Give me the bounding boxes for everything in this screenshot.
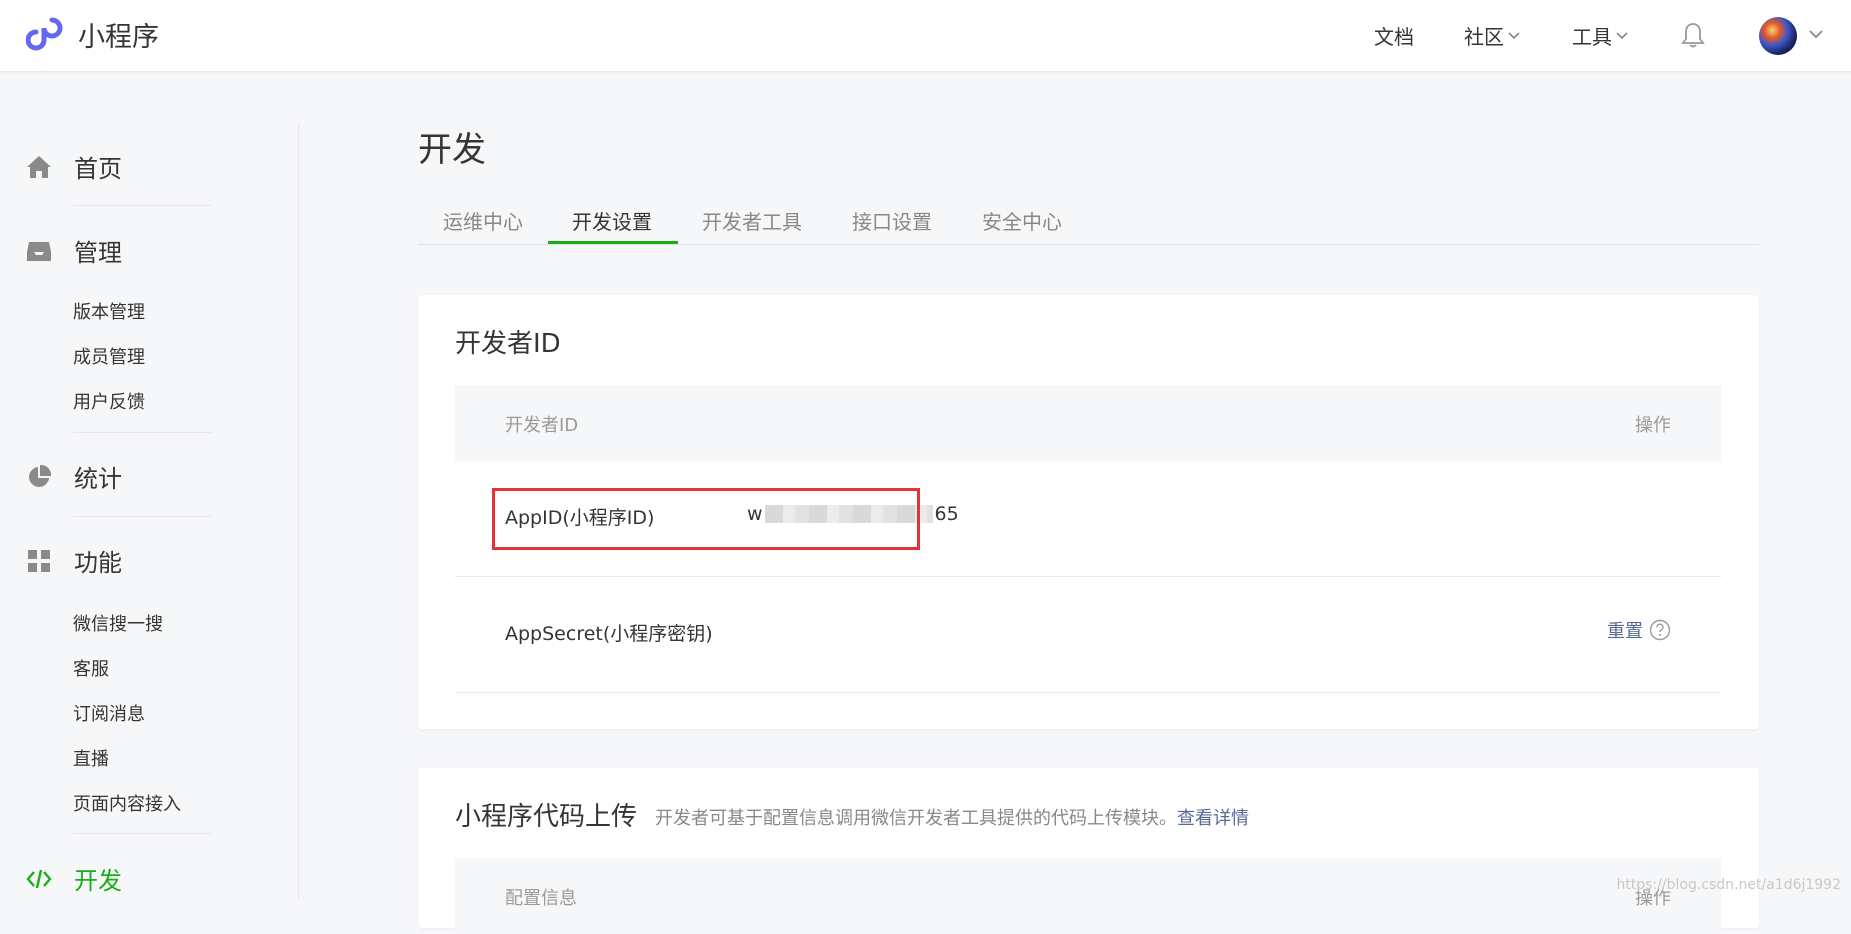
tab-bar: 运维中心 开发设置 开发者工具 接口设置 安全中心 bbox=[418, 196, 1759, 245]
inbox-icon bbox=[27, 241, 51, 261]
nav-tools-label: 工具 bbox=[1572, 25, 1612, 49]
table-header: 配置信息 操作 bbox=[455, 858, 1721, 934]
divider bbox=[73, 205, 211, 206]
sidebar-subitem-feedback[interactable]: 用户反馈 bbox=[73, 388, 145, 414]
help-icon[interactable] bbox=[1649, 619, 1671, 641]
brand-name: 小程序 bbox=[78, 21, 159, 53]
sidebar: 首页 管理 版本管理 成员管理 用户反馈 统计 功能 微信搜一搜 客服 订阅消息… bbox=[0, 123, 299, 899]
description-text: 开发者可基于配置信息调用微信开发者工具提供的代码上传模块。 bbox=[655, 808, 1177, 829]
chevron-down-icon[interactable] bbox=[1809, 30, 1823, 40]
divider bbox=[73, 516, 211, 517]
home-icon bbox=[27, 155, 51, 178]
card-title: 小程序代码上传 bbox=[455, 802, 638, 832]
page-title: 开发 bbox=[418, 130, 486, 170]
sidebar-item-develop[interactable]: 开发 bbox=[26, 861, 122, 896]
nav-docs-label: 文档 bbox=[1374, 25, 1414, 49]
nav-community-label: 社区 bbox=[1464, 25, 1504, 49]
brand[interactable]: 小程序 bbox=[26, 14, 159, 54]
chevron-down-icon bbox=[1508, 31, 1520, 39]
card-title: 开发者ID bbox=[455, 329, 561, 359]
watermark: https://blog.csdn.net/a1d6j1992 bbox=[1616, 877, 1841, 893]
column-header-action: 操作 bbox=[1635, 415, 1671, 436]
sidebar-subitem-subscribe[interactable]: 订阅消息 bbox=[73, 700, 145, 726]
sidebar-item-stats[interactable]: 统计 bbox=[26, 459, 122, 494]
appsecret-label: AppSecret(小程序密钥) bbox=[505, 623, 713, 645]
sidebar-item-manage[interactable]: 管理 bbox=[26, 233, 122, 268]
nav-tools[interactable]: 工具 bbox=[1572, 21, 1628, 50]
nav-community[interactable]: 社区 bbox=[1464, 21, 1520, 50]
sidebar-subitem-members[interactable]: 成员管理 bbox=[73, 343, 145, 369]
highlight-box bbox=[492, 488, 920, 550]
tab-security-center[interactable]: 安全中心 bbox=[982, 206, 1062, 235]
avatar[interactable] bbox=[1759, 17, 1797, 55]
reset-secret-link[interactable]: 重置 bbox=[1607, 617, 1671, 643]
code-icon bbox=[26, 869, 52, 888]
sidebar-item-label: 开发 bbox=[74, 867, 122, 895]
view-details-link[interactable]: 查看详情 bbox=[1177, 808, 1249, 829]
sidebar-item-label: 功能 bbox=[74, 549, 122, 577]
sidebar-subitem-live[interactable]: 直播 bbox=[73, 745, 109, 771]
active-tab-indicator bbox=[548, 241, 678, 244]
chevron-down-icon bbox=[1616, 31, 1628, 39]
pie-chart-icon bbox=[29, 464, 52, 487]
tab-ops-center[interactable]: 运维中心 bbox=[443, 206, 523, 235]
sidebar-subitem-service[interactable]: 客服 bbox=[73, 655, 109, 681]
sidebar-item-home[interactable]: 首页 bbox=[26, 149, 122, 184]
sidebar-subitem-search[interactable]: 微信搜一搜 bbox=[73, 610, 163, 636]
divider bbox=[73, 432, 211, 433]
sidebar-item-label: 统计 bbox=[74, 465, 122, 493]
tab-api-settings[interactable]: 接口设置 bbox=[852, 206, 932, 235]
sidebar-item-label: 首页 bbox=[74, 155, 122, 183]
tab-dev-tools[interactable]: 开发者工具 bbox=[702, 206, 802, 235]
grid-icon bbox=[28, 549, 50, 572]
reset-label: 重置 bbox=[1607, 621, 1643, 642]
card-description: 开发者可基于配置信息调用微信开发者工具提供的代码上传模块。查看详情 bbox=[655, 804, 1249, 830]
column-header-id: 开发者ID bbox=[505, 415, 579, 436]
bell-icon[interactable] bbox=[1680, 21, 1706, 49]
sidebar-item-label: 管理 bbox=[74, 239, 122, 267]
sidebar-subitem-page-content[interactable]: 页面内容接入 bbox=[73, 790, 181, 816]
tab-dev-settings[interactable]: 开发设置 bbox=[572, 206, 652, 235]
divider bbox=[73, 833, 211, 834]
table-header: 开发者ID 操作 bbox=[455, 385, 1721, 461]
top-header: 小程序 文档 社区 工具 bbox=[0, 0, 1851, 72]
sidebar-item-features[interactable]: 功能 bbox=[26, 543, 122, 578]
column-header-config: 配置信息 bbox=[505, 888, 577, 909]
sidebar-subitem-version[interactable]: 版本管理 bbox=[73, 298, 145, 324]
code-upload-card: 小程序代码上传 开发者可基于配置信息调用微信开发者工具提供的代码上传模块。查看详… bbox=[418, 768, 1759, 934]
table-row-appsecret: AppSecret(小程序密钥) 重置 bbox=[455, 577, 1721, 693]
appid-suffix: 65 bbox=[934, 503, 959, 525]
mini-program-logo-icon bbox=[26, 17, 63, 51]
nav-docs[interactable]: 文档 bbox=[1374, 21, 1414, 50]
